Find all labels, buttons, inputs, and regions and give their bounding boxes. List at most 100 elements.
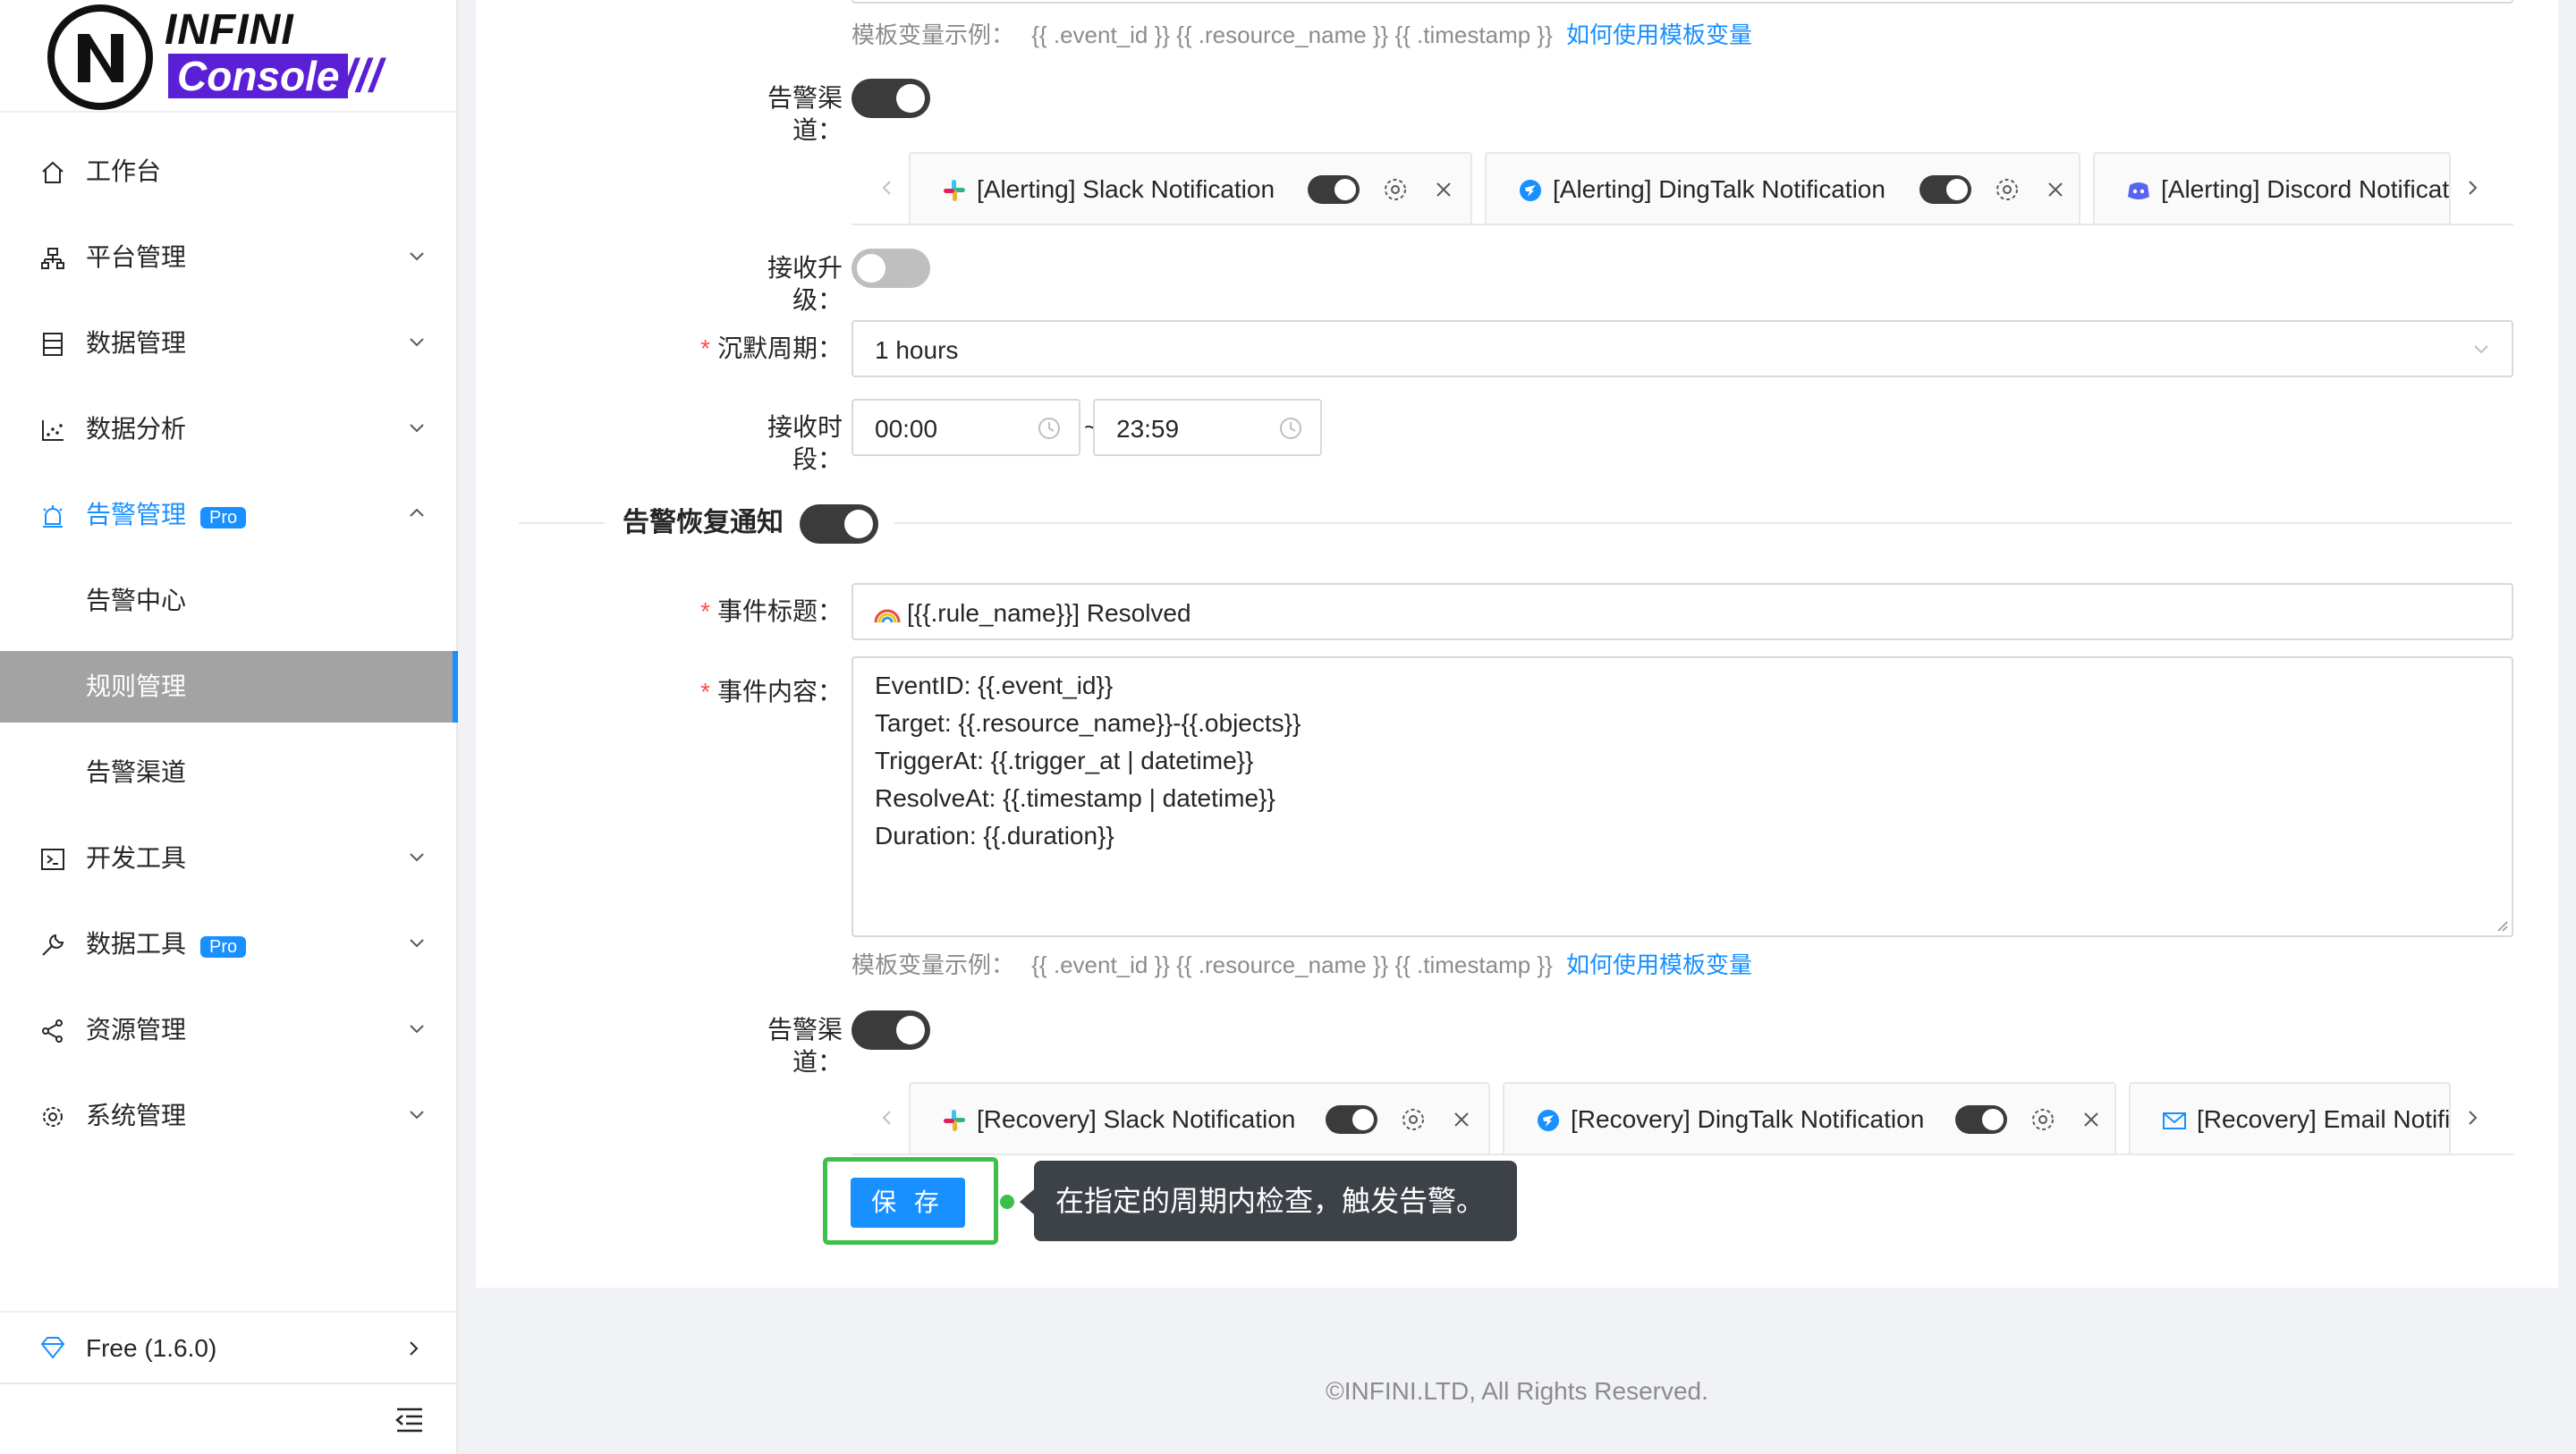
- tab-label: [Alerting] Slack Notification: [977, 175, 1275, 203]
- tab-enable-switch[interactable]: [1308, 175, 1360, 204]
- channel-switch[interactable]: [852, 79, 930, 118]
- collapse-button[interactable]: [0, 1382, 456, 1454]
- time-end-input[interactable]: 23:59: [1093, 399, 1322, 456]
- infini-logo-icon: [47, 4, 153, 110]
- dingtalk-icon: [1538, 1110, 1559, 1131]
- template-help-link[interactable]: 如何使用模板变量: [1566, 951, 1752, 978]
- chevron-down-icon: [410, 338, 424, 347]
- close-icon[interactable]: [1433, 179, 1454, 200]
- sidebar-item-label: 数据分析: [86, 415, 187, 443]
- close-icon[interactable]: [1451, 1109, 1472, 1130]
- guide-tooltip: 在指定的周期内检查，触发告警。: [1034, 1161, 1517, 1241]
- hint-vars: {{ .event_id }} {{ .resource_name }} {{ …: [1031, 21, 1553, 48]
- sidebar-item-datatools[interactable]: 数据工具 Pro: [0, 909, 456, 980]
- tab-alert-discord[interactable]: [Alerting] Discord Notification: [2093, 152, 2451, 224]
- gear-icon[interactable]: [1381, 175, 1410, 204]
- tab-alert-dingtalk[interactable]: [Alerting] DingTalk Notification: [1485, 152, 2080, 224]
- sidebar-item-resources[interactable]: 资源管理: [0, 994, 456, 1066]
- sidebar-item-label: 告警管理: [86, 501, 187, 528]
- chevron-right-icon: [410, 1341, 419, 1356]
- content-line: Target: {{.resource_name}}-{{.objects}}: [875, 709, 1301, 737]
- brand-slashes: ///: [343, 50, 383, 102]
- slack-icon: [944, 1110, 965, 1131]
- silence-period-select[interactable]: 1 hours: [852, 320, 2513, 377]
- gear-icon[interactable]: [2029, 1105, 2057, 1134]
- brand-text-bottom: Console: [168, 54, 349, 98]
- share-icon: [42, 1019, 63, 1043]
- chart-icon: [42, 420, 64, 441]
- switch-knob: [1335, 179, 1356, 200]
- tab-enable-switch[interactable]: [1326, 1105, 1377, 1134]
- silence-value: 1 hours: [875, 336, 959, 364]
- terminal-icon: [41, 849, 64, 870]
- message-textarea-edge[interactable]: [852, 0, 2513, 4]
- sidebar-item-label: 工作台: [86, 157, 162, 185]
- database-icon: [43, 333, 63, 356]
- recovery-channel-tabs: [Recovery] Slack Notification [Recovery]…: [852, 1082, 2513, 1155]
- sidebar-subitem-rules[interactable]: 规则管理: [0, 651, 458, 723]
- tab-label: [Recovery] Email Notification: [2197, 1105, 2451, 1133]
- time-start-value: 00:00: [875, 415, 938, 443]
- chevron-left-icon[interactable]: [877, 1107, 898, 1129]
- sidebar-item-label: 开发工具: [86, 844, 187, 872]
- escalation-switch[interactable]: [852, 249, 930, 288]
- event-content-label: * 事件内容：: [700, 678, 843, 706]
- template-hint: 模板变量示例： {{ .event_id }} {{ .resource_nam…: [852, 20, 1752, 50]
- silence-label: * 沉默周期：: [700, 334, 843, 362]
- recovery-channel-switch[interactable]: [852, 1010, 930, 1050]
- event-title-input[interactable]: [{{.rule_name}}] Resolved: [852, 583, 2513, 640]
- menu-fold-icon: [395, 1408, 422, 1433]
- sidebar-item-analysis[interactable]: 数据分析: [0, 393, 456, 465]
- time-start-input[interactable]: 00:00: [852, 399, 1080, 456]
- chevron-up-icon: [410, 508, 424, 517]
- gear-icon[interactable]: [1399, 1105, 1428, 1134]
- hint-vars: {{ .event_id }} {{ .resource_name }} {{ …: [1031, 951, 1553, 978]
- switch-knob: [844, 510, 873, 538]
- version-item[interactable]: Free (1.6.0): [0, 1311, 456, 1382]
- event-content-textarea[interactable]: EventID: {{.event_id}} Target: {{.resour…: [852, 656, 2513, 937]
- tab-recovery-slack[interactable]: [Recovery] Slack Notification: [909, 1082, 1490, 1154]
- chevron-down-icon: [410, 252, 424, 261]
- sidebar-item-platform[interactable]: 平台管理: [0, 222, 456, 293]
- recovery-switch[interactable]: [800, 504, 878, 544]
- resize-handle-icon[interactable]: [2494, 917, 2508, 932]
- save-button[interactable]: 保 存: [851, 1178, 965, 1228]
- chevron-right-icon[interactable]: [2462, 1107, 2483, 1129]
- chevron-right-icon[interactable]: [2462, 177, 2483, 199]
- recovery-section-title: 告警恢复通知: [623, 508, 784, 537]
- tool-icon: [42, 934, 64, 956]
- tab-recovery-email[interactable]: [Recovery] Email Notification: [2129, 1082, 2451, 1154]
- tooltip-arrow: [1020, 1189, 1034, 1214]
- tab-enable-switch[interactable]: [1919, 175, 1971, 204]
- recovery-channel-label: 告警渠道：: [767, 1016, 843, 1076]
- brand-logo[interactable]: INFINI Console ///: [0, 0, 456, 113]
- discord-icon: [2128, 182, 2149, 199]
- close-icon[interactable]: [2045, 179, 2066, 200]
- hint-prefix: 模板变量示例：: [852, 951, 1015, 978]
- sidebar-item-alerting[interactable]: 告警管理 Pro: [0, 479, 456, 551]
- tab-recovery-dingtalk[interactable]: [Recovery] DingTalk Notification: [1503, 1082, 2116, 1154]
- gear-icon[interactable]: [1993, 175, 2021, 204]
- content-line: EventID: {{.event_id}}: [875, 672, 1114, 699]
- tab-label: [Alerting] DingTalk Notification: [1553, 175, 1885, 203]
- content-line: Duration: {{.duration}}: [875, 822, 1114, 850]
- dingtalk-icon: [1520, 180, 1541, 201]
- clock-icon: [1280, 418, 1301, 439]
- template-help-link[interactable]: 如何使用模板变量: [1566, 21, 1752, 48]
- sidebar-subitem-label: 告警中心: [86, 587, 187, 614]
- sidebar-item-system[interactable]: 系统管理: [0, 1080, 456, 1152]
- tab-alert-slack[interactable]: [Alerting] Slack Notification: [909, 152, 1472, 224]
- close-icon[interactable]: [2080, 1109, 2102, 1130]
- slack-icon: [944, 180, 965, 201]
- tab-enable-switch[interactable]: [1955, 1105, 2007, 1134]
- chevron-down-icon: [410, 1025, 424, 1034]
- chevron-left-icon[interactable]: [877, 177, 898, 199]
- sidebar-item-devtools[interactable]: 开发工具: [0, 823, 456, 894]
- sidebar-subitem-alert-center[interactable]: 告警中心: [0, 565, 456, 637]
- sidebar-item-data[interactable]: 数据管理: [0, 308, 456, 379]
- rule-form-card: 模板变量示例： {{ .event_id }} {{ .resource_nam…: [476, 0, 2558, 1288]
- sidebar-subitem-channels[interactable]: 告警渠道: [0, 737, 456, 808]
- sidebar-item-workbench[interactable]: 工作台: [0, 136, 456, 207]
- switch-knob: [1982, 1109, 2004, 1130]
- content-line: ResolveAt: {{.timestamp | datetime}}: [875, 784, 1275, 812]
